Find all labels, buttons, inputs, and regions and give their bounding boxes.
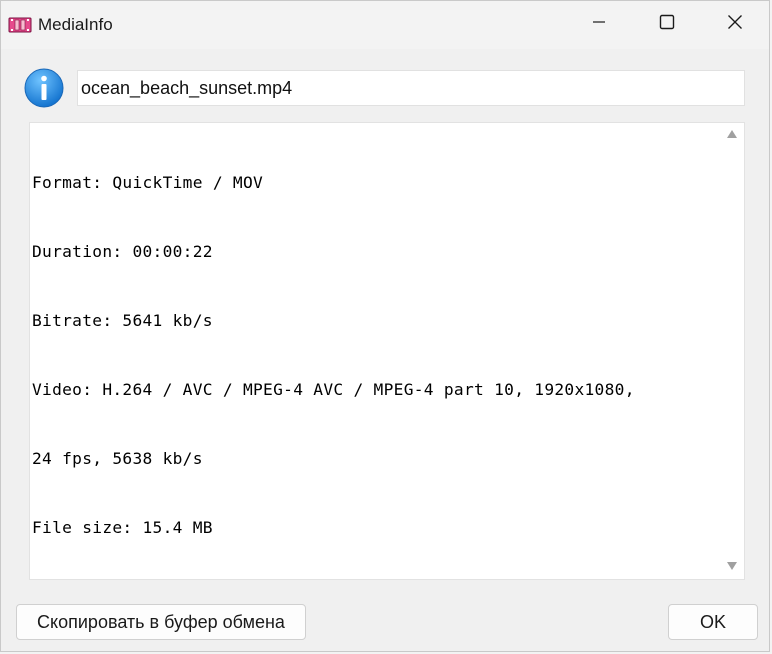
info-line: 24 fps, 5638 kb/s xyxy=(32,449,203,468)
vertical-scrollbar[interactable] xyxy=(720,123,744,579)
file-name-field[interactable] xyxy=(77,70,745,106)
maximize-button[interactable] xyxy=(633,1,701,47)
scroll-down-button[interactable] xyxy=(720,555,744,579)
mediainfo-window: MediaInfo ocean_beach_sunset.mp4 Format:… xyxy=(0,0,770,652)
media-info-text: Format: QuickTime / MOV Duration: 00:00:… xyxy=(32,125,718,585)
info-line: File size: 15.4 MB xyxy=(32,518,213,537)
info-line: Format: QuickTime / MOV xyxy=(32,173,264,192)
window-title: MediaInfo xyxy=(38,15,113,34)
film-strip-icon xyxy=(8,16,32,34)
scroll-down-arrow-icon xyxy=(726,558,738,576)
info-icon xyxy=(24,68,64,108)
copy-to-clipboard-button[interactable]: Скопировать в буфер обмена xyxy=(16,604,306,640)
info-line: Duration: 00:00:22 xyxy=(32,242,213,261)
info-line: Bitrate: 5641 kb/s xyxy=(32,311,213,330)
title-bar[interactable]: MediaInfo xyxy=(1,1,769,49)
scroll-up-arrow-icon xyxy=(726,126,738,144)
close-button[interactable] xyxy=(701,1,769,47)
minimize-button[interactable] xyxy=(565,1,633,47)
media-info-text-area[interactable]: Format: QuickTime / MOV Duration: 00:00:… xyxy=(29,122,745,580)
ok-button[interactable]: OK xyxy=(668,604,758,640)
maximize-icon xyxy=(659,14,675,35)
minimize-icon xyxy=(591,14,607,35)
info-line: Video: H.264 / AVC / MPEG-4 AVC / MPEG-4… xyxy=(32,380,635,399)
close-icon xyxy=(727,14,743,35)
scroll-up-button[interactable] xyxy=(720,123,744,147)
